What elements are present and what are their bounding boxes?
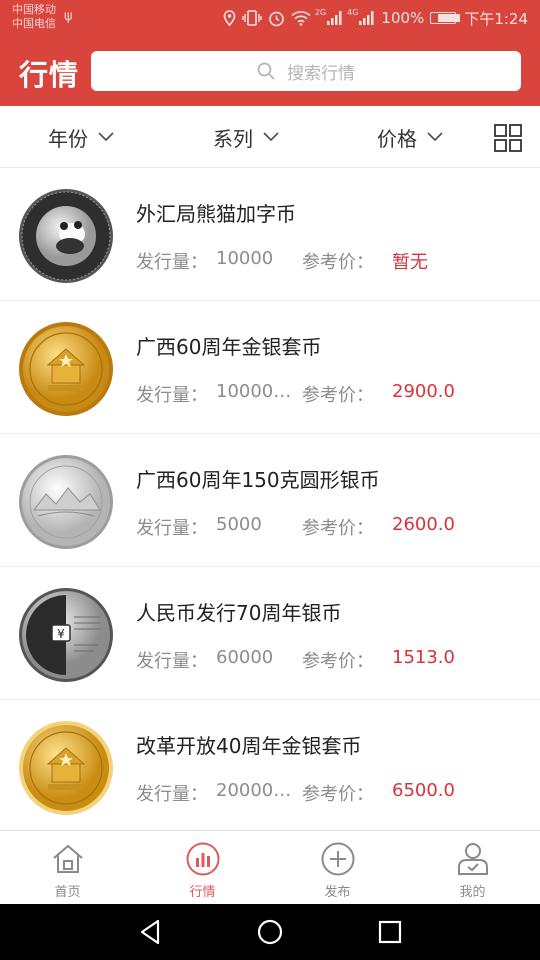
- nav-mine-label: 我的: [459, 885, 486, 900]
- location-icon: [223, 10, 236, 26]
- filter-series[interactable]: 系列: [213, 106, 279, 168]
- status-bar: 中国移动 中国电信 ψ 2G 4G 100% 下午1:24: [0, 0, 540, 36]
- price-label: 参考价：: [302, 518, 374, 539]
- filter-bar: 年份 系列 价格: [0, 106, 540, 168]
- list-item[interactable]: 改革开放40周年金银套币 发行量： 20000;… 参考价： 6500.0: [0, 700, 540, 830]
- battery-percent: 100%: [381, 9, 425, 27]
- price-label: 参考价：: [302, 651, 374, 672]
- nav-publish[interactable]: 发布: [270, 831, 405, 905]
- page-title: 行情: [19, 58, 80, 92]
- price-value: 2600.0: [392, 514, 455, 535]
- grid-view-icon[interactable]: [494, 124, 522, 152]
- signal-1-icon: [327, 11, 342, 25]
- system-nav-bar: [0, 904, 540, 960]
- svg-text:¥: ¥: [57, 627, 65, 641]
- signal-2-tag: 4G: [347, 8, 359, 17]
- alarm-icon: [269, 11, 284, 26]
- silver-rmb-coin: ¥: [19, 588, 113, 682]
- status-time: 下午1:24: [464, 9, 528, 28]
- bottom-nav: 首页 行情 发布 我的: [0, 830, 540, 904]
- status-icons: 2G 4G 100% 下午1:24: [223, 8, 528, 28]
- list-item[interactable]: 外汇局熊猫加字币 发行量： 10000 参考价： 暂无: [0, 168, 540, 301]
- filter-year[interactable]: 年份: [48, 106, 114, 168]
- issue-value: 10000: [216, 248, 274, 269]
- wifi-icon: [291, 11, 311, 26]
- price-label: 参考价：: [302, 385, 374, 406]
- list-item[interactable]: ¥ 人民币发行70周年银币 发行量： 60000 参考价： 1513.0: [0, 567, 540, 700]
- chart-icon: [186, 842, 219, 876]
- signal-2-icon: [359, 11, 374, 25]
- price-label: 参考价：: [302, 784, 374, 805]
- add-circle-icon: [321, 842, 354, 876]
- list-item[interactable]: 广西60周年150克圆形银币 发行量： 5000 参考价： 2600.0: [0, 434, 540, 567]
- issue-label: 发行量：: [136, 385, 208, 406]
- price-value: 6500.0: [392, 780, 455, 801]
- carrier-info: 中国移动 中国电信: [12, 3, 56, 31]
- carrier-2: 中国电信: [12, 17, 56, 30]
- issue-label: 发行量：: [136, 784, 208, 805]
- issue-label: 发行量：: [136, 252, 208, 273]
- coin-name: 改革开放40周年金银套币: [136, 734, 362, 758]
- home-circle-icon[interactable]: [256, 918, 284, 946]
- filter-year-label: 年份: [48, 126, 88, 151]
- nav-publish-label: 发布: [324, 885, 351, 900]
- list-item[interactable]: 广西60周年金银套币 发行量： 10000,… 参考价： 2900.0: [0, 301, 540, 434]
- silver-landscape-coin: [19, 455, 113, 549]
- user-icon: [457, 843, 488, 875]
- nav-home-label: 首页: [54, 885, 81, 900]
- silver-panda-coin: [19, 189, 113, 283]
- issue-label: 发行量：: [136, 651, 208, 672]
- back-icon[interactable]: [136, 918, 164, 946]
- issue-value: 60000: [216, 647, 274, 668]
- nav-mine[interactable]: 我的: [405, 831, 540, 905]
- recents-icon[interactable]: [376, 918, 404, 946]
- price-value: 暂无: [392, 252, 428, 273]
- issue-value: 20000;…: [216, 780, 292, 801]
- chevron-down-icon: [98, 132, 114, 142]
- usb-icon: ψ: [64, 9, 73, 24]
- coin-name: 外汇局熊猫加字币: [136, 202, 296, 226]
- home-icon: [52, 844, 83, 873]
- search-placeholder: 搜索行情: [287, 63, 355, 84]
- chevron-down-icon: [427, 132, 443, 142]
- vibrate-icon: [242, 10, 262, 26]
- filter-price-label: 价格: [377, 126, 417, 151]
- gold-emblem-coin: [19, 721, 113, 815]
- price-value: 2900.0: [392, 381, 455, 402]
- search-icon: [257, 62, 275, 80]
- coin-list: 外汇局熊猫加字币 发行量： 10000 参考价： 暂无 广西60周年金银套币 发…: [0, 168, 540, 830]
- gold-emblem-coin: [19, 322, 113, 416]
- coin-name: 广西60周年金银套币: [136, 335, 322, 359]
- price-label: 参考价：: [302, 252, 374, 273]
- issue-value: 10000,…: [216, 381, 292, 402]
- filter-price[interactable]: 价格: [377, 106, 443, 168]
- nav-market-label: 行情: [189, 885, 216, 900]
- coin-name: 广西60周年150克圆形银币: [136, 468, 380, 492]
- chevron-down-icon: [263, 132, 279, 142]
- nav-home[interactable]: 首页: [0, 831, 135, 905]
- coin-name: 人民币发行70周年银币: [136, 601, 342, 625]
- issue-value: 5000: [216, 514, 262, 535]
- search-input[interactable]: 搜索行情: [91, 51, 521, 91]
- carrier-1: 中国移动: [12, 3, 56, 16]
- signal-1-tag: 2G: [314, 8, 327, 17]
- app-header: 行情 搜索行情: [0, 36, 540, 106]
- filter-series-label: 系列: [213, 126, 253, 151]
- price-value: 1513.0: [392, 647, 455, 668]
- issue-label: 发行量：: [136, 518, 208, 539]
- battery-icon: [430, 12, 461, 24]
- battery-fill: [438, 14, 461, 22]
- nav-market[interactable]: 行情: [135, 831, 270, 905]
